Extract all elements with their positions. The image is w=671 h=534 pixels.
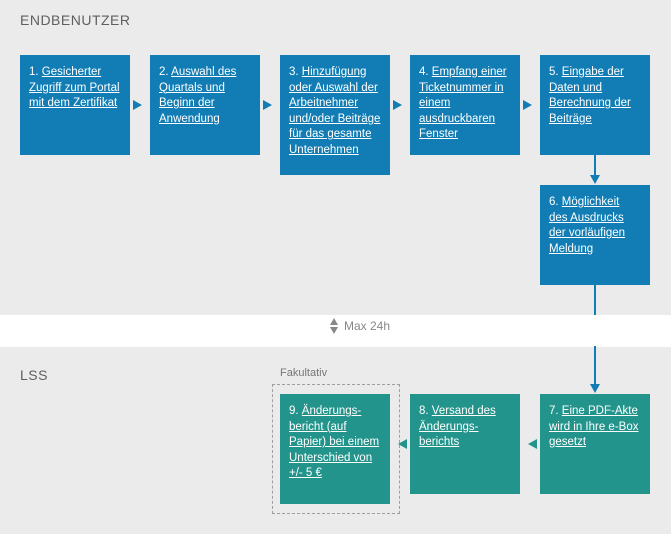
arrow-1-2: [133, 100, 142, 110]
connector-6-7b: [594, 346, 596, 386]
section-lss: LSS: [20, 367, 48, 383]
step-3[interactable]: 3. Hinzufügung oder Auswahl der Arbeitne…: [280, 55, 390, 175]
fakultativ-label: Fakultativ: [280, 367, 327, 379]
step-1[interactable]: 1. Gesicherter Zugriff zum Portal mit de…: [20, 55, 130, 155]
connector-5-6: [594, 155, 596, 177]
max-time-label: Max 24h: [344, 319, 390, 333]
step-9[interactable]: 9. Änderungs­bericht (auf Papier) bei ei…: [280, 394, 390, 504]
step-6[interactable]: 6. Möglichkeit des Ausdrucks der vorläuf…: [540, 185, 650, 285]
arrow-2-3: [263, 100, 272, 110]
arrow-6-7: [590, 384, 600, 393]
connector-6-7a: [594, 285, 596, 315]
section-endbenutzer: ENDBENUTZER: [20, 12, 131, 28]
lane-divider-bottom: [0, 346, 671, 347]
arrow-4-5: [523, 100, 532, 110]
arrow-7-8: [528, 439, 537, 449]
step-5[interactable]: 5. Eingabe der Daten und Berechnung der …: [540, 55, 650, 155]
step-4[interactable]: 4. Empfang einer Ticketnummer in einem a…: [410, 55, 520, 155]
max-time-indicator: Max 24h: [330, 318, 390, 334]
arrow-5-6: [590, 175, 600, 184]
step-2[interactable]: 2. Auswahl des Quartals und Beginn der A…: [150, 55, 260, 155]
diagram-canvas: ENDBENUTZER LSS Max 24h 1. Gesicherter Z…: [0, 0, 671, 534]
step-7[interactable]: 7. Eine PDF-Akte wird in Ihre e-Box gese…: [540, 394, 650, 494]
arrow-3-4: [393, 100, 402, 110]
step-8[interactable]: 8. Versand des Änderungs­berichts: [410, 394, 520, 494]
arrow-8-9: [398, 439, 407, 449]
